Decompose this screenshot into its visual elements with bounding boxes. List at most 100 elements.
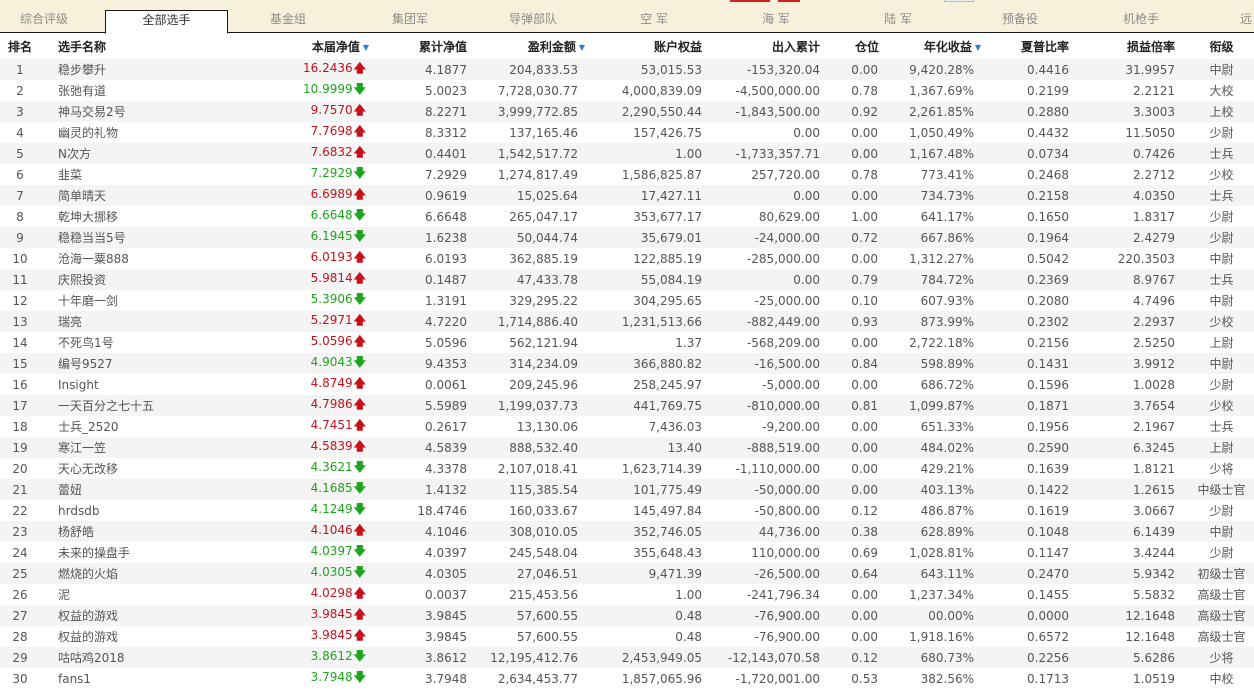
table-row[interactable]: 28 权益的游戏 3.9845🡅 3.9845 57,600.55 0.48 -76,900…: [0, 626, 1254, 647]
cell-equity: 17,427.11: [588, 185, 706, 206]
table-row[interactable]: 27 权益的游戏 3.9845🡅 3.9845 57,600.55 0.48 -76,900…: [0, 605, 1254, 626]
table-row[interactable]: 13 瑞亮 5.2971🡅 4.7220 1,714,886.40 1,231,513.6…: [0, 311, 1254, 332]
cell-player-name[interactable]: 权益的游戏: [40, 626, 180, 647]
table-row[interactable]: 1 稳步攀升 16.2436🡅 4.1877 204,833.53 53,015.53 -1…: [0, 59, 1254, 80]
tab-all-players[interactable]: 全部选手: [105, 10, 228, 34]
cell-nav: 3.8612🡇: [180, 647, 369, 668]
cell-player-name[interactable]: 稳步攀升: [40, 59, 180, 80]
cell-player-name[interactable]: 泥: [40, 584, 180, 605]
tab-air-force[interactable]: 空 军: [606, 11, 702, 33]
tab-fund-group[interactable]: 基金组: [240, 11, 336, 33]
cell-player-name[interactable]: 乾坤大挪移: [40, 206, 180, 227]
table-row[interactable]: 18 士兵_2520 4.7451🡅 0.2617 13,130.06 7,436.03-…: [0, 416, 1254, 437]
cell-player-name[interactable]: 杨舒皓: [40, 521, 180, 542]
cell-player-name[interactable]: 一天百分之七十五: [40, 395, 180, 416]
cell-player-name[interactable]: 蕾妞: [40, 479, 180, 500]
scroll-handle[interactable]: [944, 0, 974, 2]
tab-reserve[interactable]: 预备役: [972, 11, 1068, 33]
table-row[interactable]: 29 咕咕鸡2018 3.8612🡇 3.8612 12,195,412.76 2,453…: [0, 647, 1254, 668]
table-row[interactable]: 23 杨舒皓 4.1046🡅 4.1046 308,010.05 352,746.05 44…: [0, 521, 1254, 542]
arrow-up-icon: 🡅: [353, 376, 366, 390]
cell-nav: 4.7451🡅: [180, 416, 369, 437]
cell-ratio: 12.1648: [1087, 605, 1189, 626]
col-header-nav[interactable]: 本届净值 ▼: [180, 34, 369, 59]
cell-nav: 7.6832🡅: [180, 143, 369, 164]
col-header-profit[interactable]: 盈利金额 ▼: [470, 34, 588, 59]
cell-player-name[interactable]: 沧海一粟888: [40, 248, 180, 269]
cell-sharpe: 0.1596: [985, 374, 1087, 395]
tab-machine-gunner[interactable]: 机枪手: [1093, 11, 1189, 33]
table-row[interactable]: 19 寒江一笠 4.5839🡅 4.5839 888,532.40 13.40 -888,5…: [0, 437, 1254, 458]
cell-player-name[interactable]: 简单晴天: [40, 185, 180, 206]
table-row[interactable]: 12 十年磨一剑 5.3906🡇 1.3191 329,295.22 304,295.65…: [0, 290, 1254, 311]
cell-player-name[interactable]: fans1: [40, 668, 180, 689]
table-row[interactable]: 5 N次方 7.6832🡅 0.4401 1,542,517.72 1.00 -1,733,…: [0, 143, 1254, 164]
cell-player-name[interactable]: 天心无改移: [40, 458, 180, 479]
cell-player-name[interactable]: 庆熙投资: [40, 269, 180, 290]
cell-player-name[interactable]: 稳稳当当5号: [40, 227, 180, 248]
cell-player-name[interactable]: 未来的操盘手: [40, 542, 180, 563]
table-row[interactable]: 17 一天百分之七十五 4.7986🡅 5.5989 1,199,037.73 441,7…: [0, 395, 1254, 416]
cell-profit: 137,165.46: [470, 122, 588, 143]
col-header-annual[interactable]: 年化收益 ▼: [882, 34, 985, 59]
table-row[interactable]: 25 燃烧的火焰 4.0305🡇 4.0305 27,046.51 9,471.39 -26…: [0, 563, 1254, 584]
table-row[interactable]: 8 乾坤大挪移 6.6648🡇 6.6648 265,047.17 353,677.17 8…: [0, 206, 1254, 227]
cell-sharpe: 0.1147: [985, 542, 1087, 563]
cell-player-name[interactable]: 张弛有道: [40, 80, 180, 101]
sort-down-icon[interactable]: ▼: [975, 43, 981, 52]
cell-position: 0.00: [824, 416, 882, 437]
table-row[interactable]: 20 天心无改移 4.3621🡇 4.3378 2,107,018.41 1,623,71…: [0, 458, 1254, 479]
cell-equity: 366,880.82: [588, 353, 706, 374]
table-row[interactable]: 21 蕾妞 4.1685🡇 1.4132 115,385.54 101,775.49 -50…: [0, 479, 1254, 500]
table-row[interactable]: 24 未来的操盘手 4.0397🡇 4.0397 245,548.04 355,648.4…: [0, 542, 1254, 563]
table-row[interactable]: 6 韭菜 7.2929🡇 7.2929 1,274,817.49 1,586,825.87…: [0, 164, 1254, 185]
tab-overall-rating[interactable]: 综合评级: [0, 11, 88, 33]
table-row[interactable]: 11 庆熙投资 5.9814🡅 0.1487 47,433.78 55,084.19 0.0…: [0, 269, 1254, 290]
table-row[interactable]: 26 泥 4.0298🡅 0.0037 215,453.56 1.00 -241,796.3…: [0, 584, 1254, 605]
cell-player-name[interactable]: 士兵_2520: [40, 416, 180, 437]
table-row[interactable]: 9 稳稳当当5号 6.1945🡇 1.6238 50,044.74 35,679.01 -2…: [0, 227, 1254, 248]
cell-player-name[interactable]: N次方: [40, 143, 180, 164]
cell-position: 0.12: [824, 500, 882, 521]
cell-title: 少尉: [1189, 122, 1254, 143]
cell-player-name[interactable]: 寒江一笠: [40, 437, 180, 458]
cell-player-name[interactable]: 编号9527: [40, 353, 180, 374]
table-row[interactable]: 4 幽灵的礼物 7.7698🡅 8.3312 137,165.46 157,426.75 0…: [0, 122, 1254, 143]
cell-cum-nav: 5.5989: [369, 395, 470, 416]
cell-player-name[interactable]: hrdsdb: [40, 500, 180, 521]
table-row[interactable]: 10 沧海一粟888 6.0193🡅 6.0193 362,885.19 122,885.…: [0, 248, 1254, 269]
cell-position: 0.00: [824, 374, 882, 395]
table-row[interactable]: 16 Insight 4.8749🡅 0.0061 209,245.96 258,245.…: [0, 374, 1254, 395]
arrow-down-icon: 🡇: [353, 460, 366, 474]
tab-group-army[interactable]: 集团军: [362, 11, 458, 33]
table-row[interactable]: 22 hrdsdb 4.1249🡇 18.4746 160,033.67 145,497.…: [0, 500, 1254, 521]
cell-player-name[interactable]: 不死鸟1号: [40, 332, 180, 353]
sort-down-icon[interactable]: ▼: [579, 43, 585, 52]
cell-player-name[interactable]: 神马交易2号: [40, 101, 180, 122]
table-row[interactable]: 30 fans1 3.7948🡇 3.7948 2,634,453.77 1,857,06…: [0, 668, 1254, 689]
cell-player-name[interactable]: 韭菜: [40, 164, 180, 185]
cell-player-name[interactable]: 咕咕鸡2018: [40, 647, 180, 668]
table-row[interactable]: 7 简单晴天 6.6989🡅 0.9619 15,025.64 17,427.11 0.00…: [0, 185, 1254, 206]
cell-sharpe: 0.1455: [985, 584, 1087, 605]
cell-position: 0.00: [824, 437, 882, 458]
cell-cum-nav: 18.4746: [369, 500, 470, 521]
cell-annual: 2,261.85%: [882, 101, 985, 122]
tab-army[interactable]: 陆 军: [850, 11, 946, 33]
tab-overflow[interactable]: 远: [1240, 11, 1254, 33]
sort-down-icon[interactable]: ▼: [363, 43, 369, 52]
cell-player-name[interactable]: 瑞亮: [40, 311, 180, 332]
cell-player-name[interactable]: 燃烧的火焰: [40, 563, 180, 584]
cell-player-name[interactable]: Insight: [40, 374, 180, 395]
table-row[interactable]: 2 张弛有道 10.9999🡇 5.0023 7,728,030.77 4,000,839…: [0, 80, 1254, 101]
cell-player-name[interactable]: 权益的游戏: [40, 605, 180, 626]
cell-player-name[interactable]: 十年磨一剑: [40, 290, 180, 311]
tab-missile-force[interactable]: 导弹部队: [485, 11, 581, 33]
table-row[interactable]: 15 编号9527 4.9043🡇 9.4353 314,234.09 366,880.8…: [0, 353, 1254, 374]
table-row[interactable]: 14 不死鸟1号 5.0596🡅 5.0596 562,121.94 1.37 -568,2…: [0, 332, 1254, 353]
cell-nav: 3.9845🡅: [180, 605, 369, 626]
tab-navy[interactable]: 海 军: [728, 11, 824, 33]
cell-profit: 50,044.74: [470, 227, 588, 248]
cell-player-name[interactable]: 幽灵的礼物: [40, 122, 180, 143]
table-row[interactable]: 3 神马交易2号 9.7570🡅 8.2271 3,999,772.85 2,290,55…: [0, 101, 1254, 122]
